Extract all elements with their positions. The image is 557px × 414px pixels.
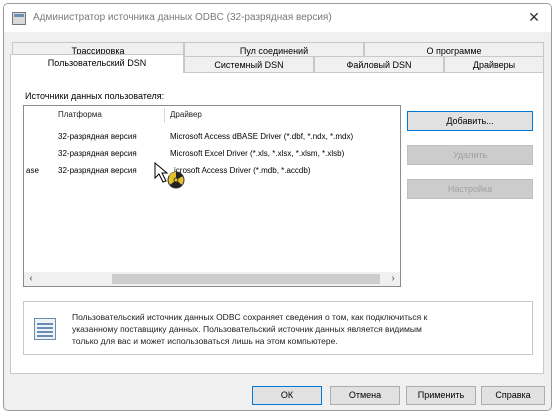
scroll-right-icon[interactable]: › — [386, 272, 400, 286]
info-box: Пользовательский источник данных ODBC со… — [23, 301, 533, 355]
help-button[interactable]: Справка — [481, 386, 545, 405]
scrollbar-thumb[interactable] — [112, 274, 380, 284]
add-button[interactable]: Добавить... — [407, 111, 533, 131]
user-data-sources-list[interactable]: Платформа Драйвер 32-разрядная версия Mi… — [23, 105, 401, 287]
list-item[interactable]: ase 32-разрядная версия icrosoft Access … — [24, 164, 400, 178]
column-platform[interactable]: Платформа — [58, 110, 102, 119]
tab-system-dsn[interactable]: Системный DSN — [184, 56, 314, 72]
column-separator[interactable] — [164, 108, 165, 123]
list-item[interactable]: 32-разрядная версия Microsoft Excel Driv… — [24, 147, 400, 161]
title-bar[interactable]: Администратор источника данных ODBC (32-… — [4, 4, 551, 32]
row-driver: Microsoft Excel Driver (*.xls, *.xlsx, *… — [170, 149, 345, 158]
apply-button[interactable]: Применить — [406, 386, 476, 405]
horizontal-scrollbar[interactable]: ‹ › — [24, 272, 400, 286]
remove-button[interactable]: Удалить — [407, 145, 533, 165]
row-platform: 32-разрядная версия — [58, 132, 137, 141]
row-platform: 32-разрядная версия — [58, 166, 137, 175]
data-source-icon — [34, 318, 56, 340]
list-item[interactable]: 32-разрядная версия Microsoft Access dBA… — [24, 130, 400, 144]
ok-button[interactable]: ОК — [252, 386, 322, 405]
scroll-left-icon[interactable]: ‹ — [24, 272, 38, 286]
window-title: Администратор источника данных ODBC (32-… — [33, 12, 332, 23]
odbc-admin-window: Администратор источника данных ODBC (32-… — [3, 3, 552, 411]
tab-user-dsn[interactable]: Пользовательский DSN — [10, 54, 184, 73]
column-driver[interactable]: Драйвер — [170, 110, 202, 119]
user-dsn-panel: Источники данных пользователя: Платформа… — [10, 72, 544, 374]
cancel-button[interactable]: Отмена — [330, 386, 400, 405]
row-driver: icrosoft Access Driver (*.mdb, *.accdb) — [174, 166, 311, 175]
user-data-sources-label: Источники данных пользователя: — [25, 91, 165, 101]
row-platform: 32-разрядная версия — [58, 149, 137, 158]
list-header: Платформа Драйвер — [24, 106, 400, 124]
odbc-app-icon — [12, 12, 26, 25]
info-text-line: указанному поставщику данных. Пользовате… — [72, 324, 422, 334]
row-driver: Microsoft Access dBASE Driver (*.dbf, *.… — [170, 132, 354, 141]
info-text-line: только для вас и может использоваться ли… — [72, 336, 338, 346]
busy-cursor-icon — [154, 162, 185, 189]
configure-button[interactable]: Настройка — [407, 179, 533, 199]
tab-drivers[interactable]: Драйверы — [444, 56, 544, 72]
info-text-line: Пользовательский источник данных ODBC со… — [72, 312, 428, 322]
tab-file-dsn[interactable]: Файловый DSN — [314, 56, 444, 72]
close-icon[interactable]: ✕ — [523, 8, 545, 28]
row-name: ase — [26, 166, 39, 175]
